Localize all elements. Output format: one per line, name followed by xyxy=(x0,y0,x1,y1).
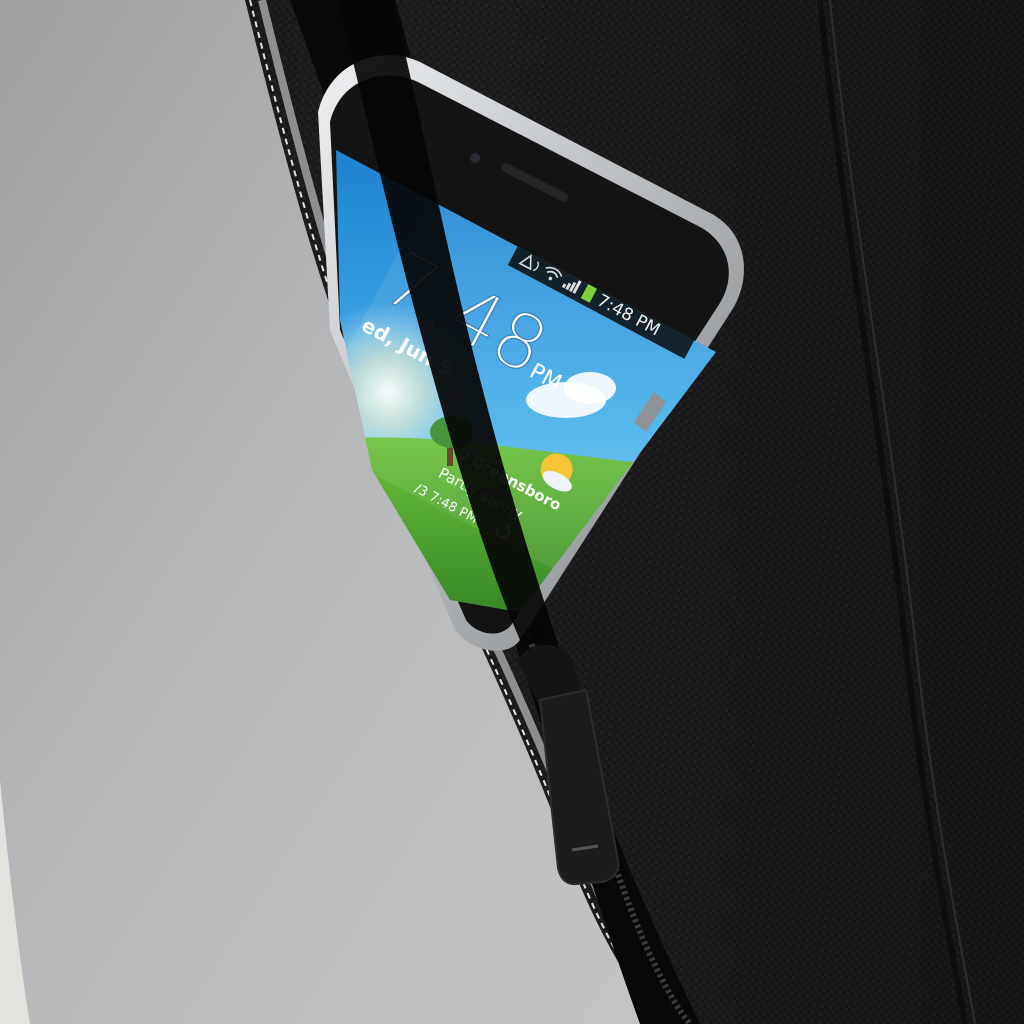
front-camera xyxy=(470,153,480,163)
photo-scene: 7:48 PM 7:48 PM ed, Jun 5 Greensboro Par… xyxy=(0,0,1024,1024)
